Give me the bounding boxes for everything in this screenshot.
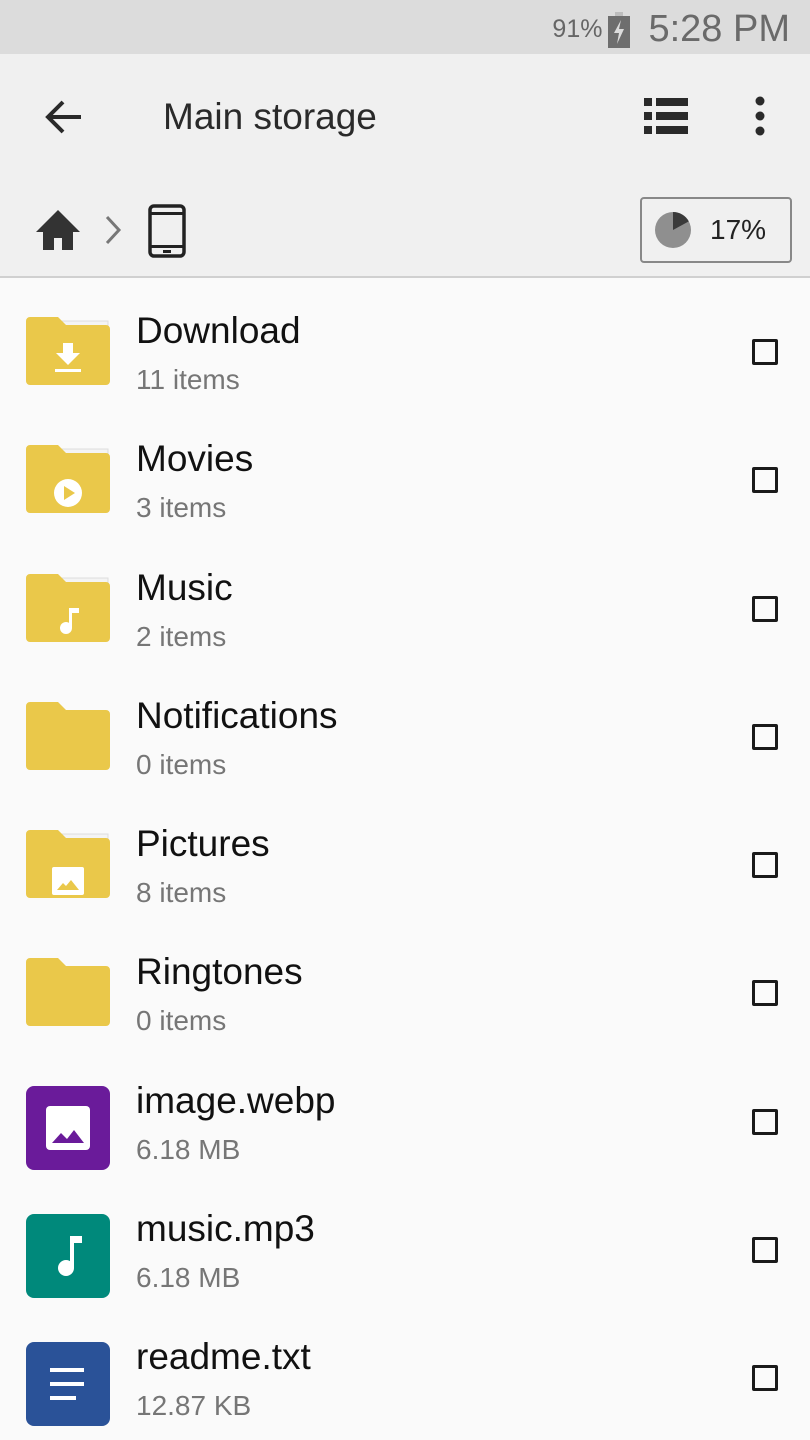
select-checkbox[interactable] (752, 1365, 778, 1392)
file-details: 2 items (136, 620, 227, 652)
file-list-item[interactable]: image.webp 6.18 MB (0, 1050, 810, 1178)
file-list: Download 11 items Movies 3 items Music 2 item… (0, 280, 810, 1435)
folder-download-icon (26, 317, 110, 401)
file-details: 12.87 KB (136, 1390, 252, 1422)
file-name: Ringtones (136, 951, 303, 993)
status-bar: 91% 5:28 PM (0, 0, 810, 54)
file-name: image.webp (136, 1079, 336, 1121)
file-name: Movies (136, 438, 254, 480)
folder-music-icon (26, 573, 110, 658)
chevron-right-icon (105, 215, 122, 245)
storage-usage-button[interactable]: 17% (640, 197, 792, 263)
more-options-button[interactable] (748, 96, 772, 136)
image-file-icon (26, 1085, 110, 1170)
back-button[interactable] (40, 94, 86, 140)
select-checkbox[interactable] (752, 852, 778, 879)
folder-icon (26, 701, 110, 786)
select-checkbox[interactable] (752, 980, 778, 1007)
smartphone-icon (148, 204, 186, 258)
file-details: 0 items (136, 748, 227, 780)
file-name: music.mp3 (136, 1208, 315, 1250)
file-name: Download (136, 310, 301, 351)
breadcrumb-device[interactable] (148, 204, 186, 258)
file-details: 3 items (136, 492, 227, 524)
audio-file-icon (26, 1214, 110, 1299)
select-checkbox[interactable] (752, 467, 778, 494)
file-details: 0 items (136, 1005, 227, 1037)
file-list-item[interactable]: Movies 3 items (0, 408, 810, 536)
file-list-item[interactable]: Notifications 0 items (0, 665, 810, 793)
list-view-button[interactable] (644, 96, 688, 136)
file-list-item[interactable]: music.mp3 6.18 MB (0, 1178, 810, 1306)
file-list-item[interactable]: Music 2 items (0, 537, 810, 665)
clock: 5:28 PM (648, 8, 790, 50)
file-list-item[interactable]: Pictures 8 items (0, 793, 810, 921)
folder-icon (26, 958, 110, 1042)
select-checkbox[interactable] (752, 339, 778, 365)
file-details: 6.18 MB (136, 1133, 241, 1165)
file-details: 8 items (136, 877, 227, 909)
file-details: 11 items (136, 364, 240, 395)
page-title: Main storage (163, 96, 377, 137)
select-checkbox[interactable] (752, 595, 778, 622)
file-list-item[interactable]: Download 11 items (0, 280, 810, 408)
storage-percent: 17% (710, 214, 767, 245)
select-checkbox[interactable] (752, 1108, 778, 1135)
battery-percent: 91% (552, 15, 603, 43)
storage-pie-icon (655, 212, 691, 248)
list-view-icon (644, 98, 688, 134)
select-checkbox[interactable] (752, 723, 778, 750)
text-file-icon (26, 1342, 110, 1427)
home-icon (36, 210, 80, 250)
file-name: readme.txt (136, 1336, 311, 1378)
file-list-item[interactable]: Ringtones 0 items (0, 921, 810, 1049)
folder-movies-icon (26, 445, 110, 529)
file-details: 6.18 MB (136, 1262, 241, 1294)
file-name: Notifications (136, 694, 338, 736)
breadcrumb-home[interactable] (34, 208, 82, 252)
more-vert-icon (755, 96, 765, 136)
arrow-back-icon (45, 100, 81, 134)
select-checkbox[interactable] (752, 1237, 778, 1264)
file-name: Music (136, 566, 233, 608)
file-name: Pictures (136, 823, 270, 865)
folder-pictures-icon (26, 830, 110, 914)
file-list-item[interactable]: readme.txt 12.87 KB (0, 1306, 810, 1434)
battery-charging-icon (608, 11, 631, 48)
app-bar: Main storage 17% (0, 54, 810, 278)
